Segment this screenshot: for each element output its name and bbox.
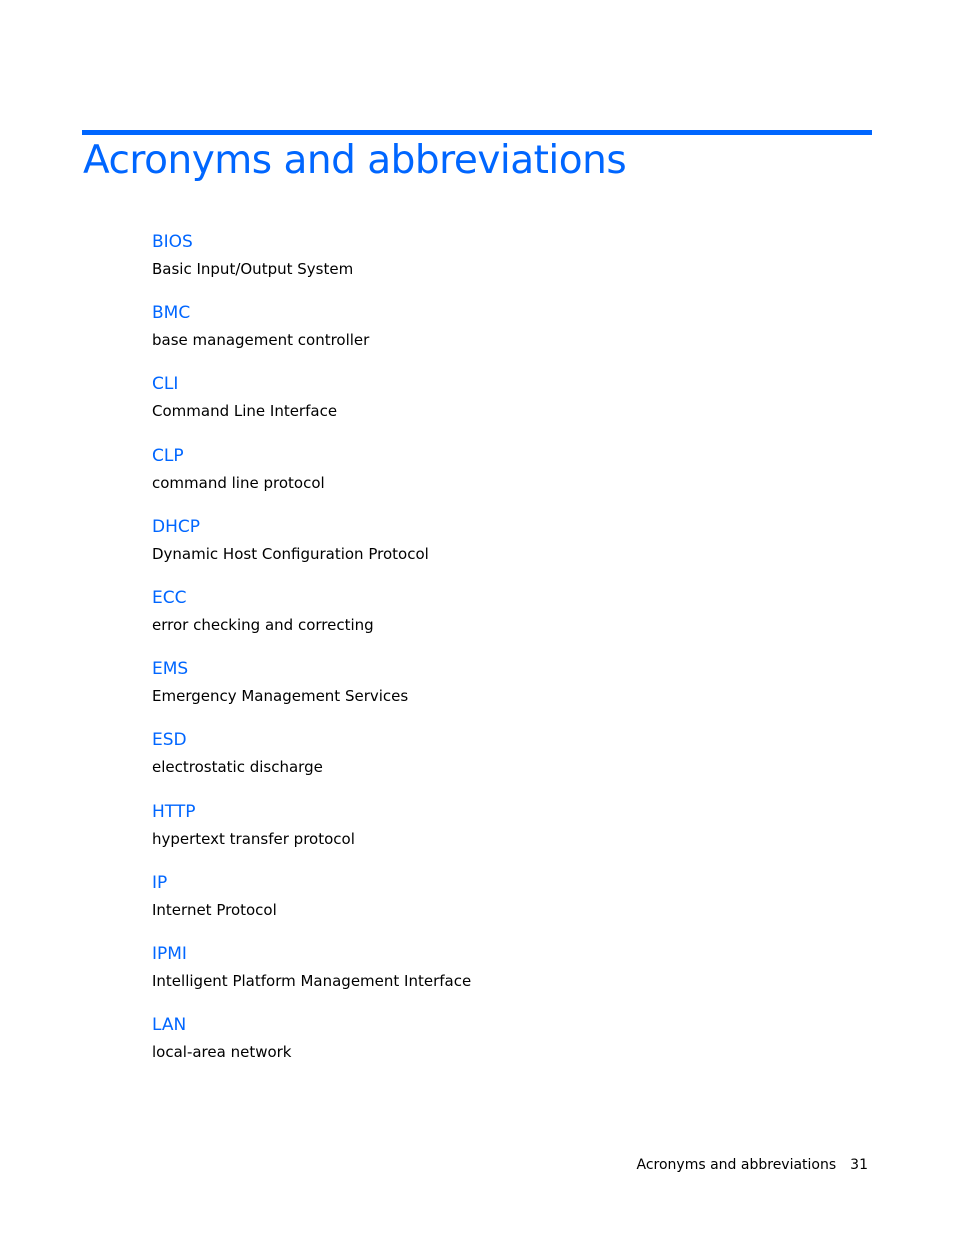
acronym-term: EMS xyxy=(152,659,189,680)
acronym-entry: BMC base management controller xyxy=(152,300,852,371)
acronym-term: CLP xyxy=(152,445,184,466)
acronym-definition: electrostatic discharge xyxy=(152,758,323,777)
acronym-entry: DHCP Dynamic Host Configuration Protocol xyxy=(152,514,852,585)
acronym-list: BIOS Basic Input/Output System BMC base … xyxy=(152,229,852,1083)
acronym-entry: CLI Command Line Interface xyxy=(152,371,852,442)
page-footer: Acronyms and abbreviations 31 xyxy=(637,1157,868,1173)
acronym-entry: EMS Emergency Management Services xyxy=(152,656,852,727)
acronym-definition: Basic Input/Output System xyxy=(152,260,354,278)
acronym-definition: error checking and correcting xyxy=(152,615,374,634)
acronym-entry: ESD electrostatic discharge xyxy=(152,727,852,798)
acronym-definition: Dynamic Host Configuration Protocol xyxy=(152,544,429,563)
page-number: 31 xyxy=(850,1157,868,1173)
acronym-term: ECC xyxy=(152,587,187,608)
acronym-term: ESD xyxy=(152,730,187,751)
acronym-term: CLI xyxy=(152,374,179,395)
acronym-term: BIOS xyxy=(152,232,193,252)
acronym-term: IP xyxy=(152,872,168,893)
acronym-entry: LAN local-area network xyxy=(152,1012,852,1083)
acronym-definition: Intelligent Platform Management Interfac… xyxy=(152,971,472,990)
acronym-definition: local-area network xyxy=(152,1043,292,1062)
acronym-term: BMC xyxy=(152,303,191,324)
footer-section-title: Acronyms and abbreviations xyxy=(636,1157,837,1173)
acronym-definition: command line protocol xyxy=(152,473,325,492)
title-rule xyxy=(82,130,872,135)
acronym-definition: Emergency Management Services xyxy=(152,687,409,706)
acronym-definition: Command Line Interface xyxy=(152,402,338,421)
acronym-entry: BIOS Basic Input/Output System xyxy=(152,229,852,300)
acronym-definition: base management controller xyxy=(152,331,370,350)
acronym-entry: HTTP hypertext transfer protocol xyxy=(152,799,852,870)
acronym-term: LAN xyxy=(152,1015,187,1036)
acronym-entry: IP Internet Protocol xyxy=(152,870,852,941)
acronym-entry: IPMI Intelligent Platform Management Int… xyxy=(152,941,852,1012)
acronym-term: IPMI xyxy=(152,943,187,964)
acronym-definition: Internet Protocol xyxy=(152,900,277,919)
acronym-entry: CLP command line protocol xyxy=(152,443,852,514)
acronym-term: DHCP xyxy=(152,516,200,537)
acronym-definition: hypertext transfer protocol xyxy=(152,829,355,848)
acronym-term: HTTP xyxy=(152,801,196,822)
acronym-entry: ECC error checking and correcting xyxy=(152,585,852,656)
page-title: Acronyms and abbreviations xyxy=(83,138,627,183)
